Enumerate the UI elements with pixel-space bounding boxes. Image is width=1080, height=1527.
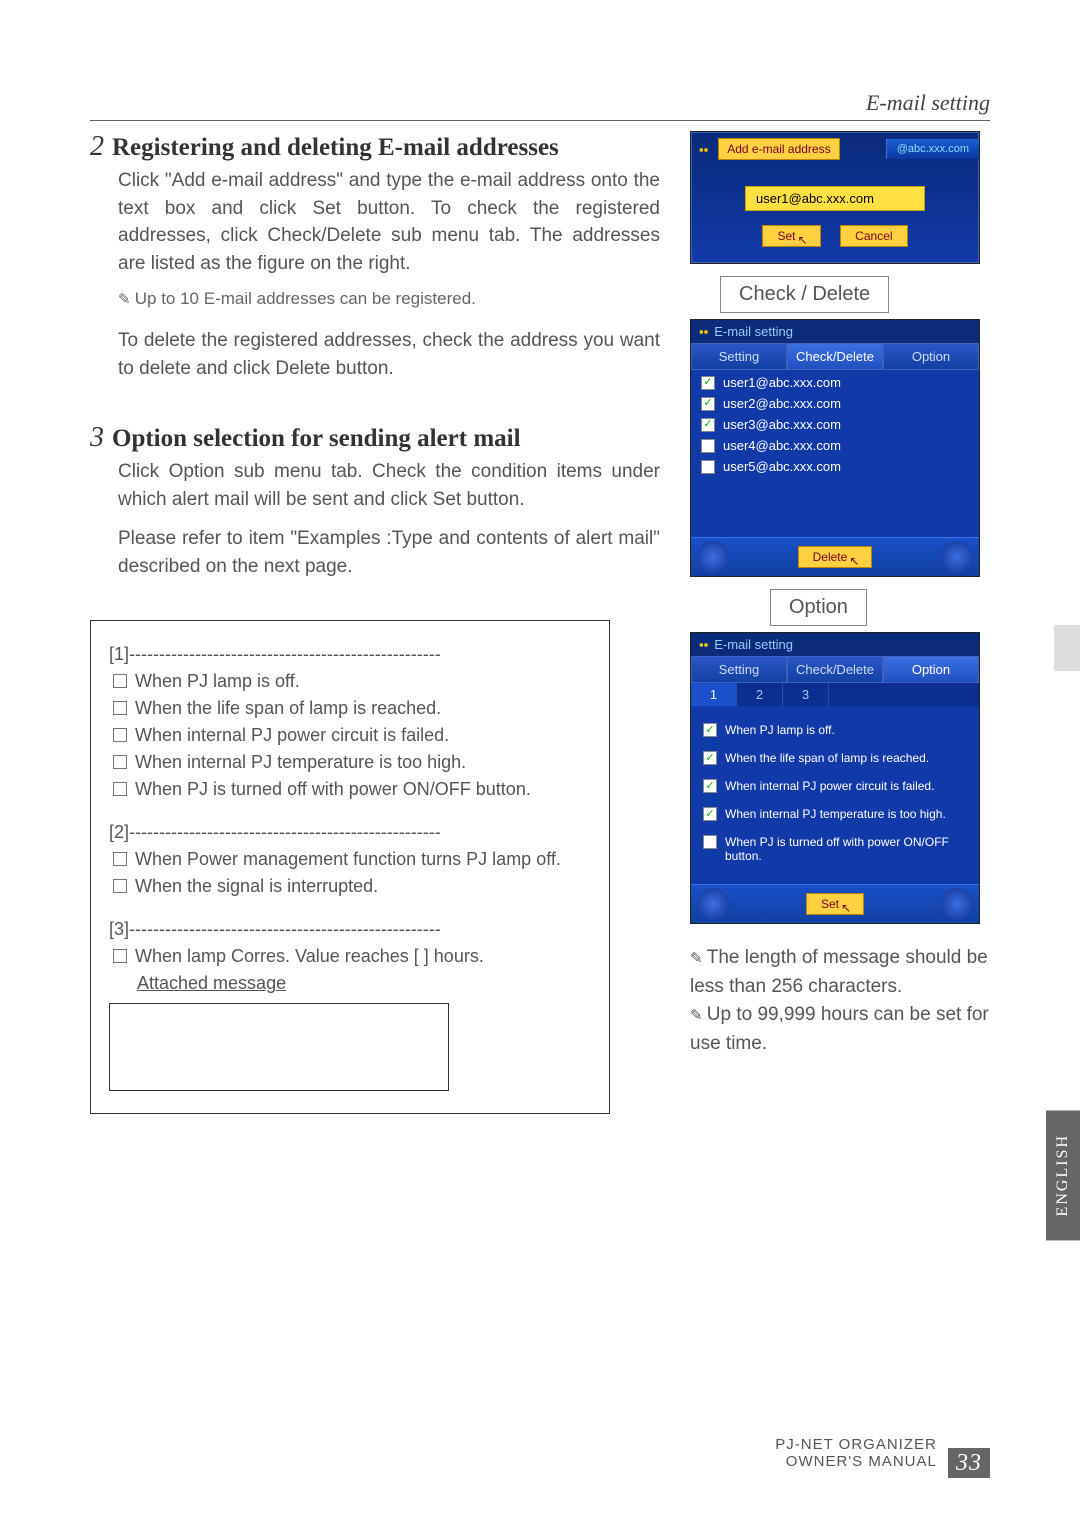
section-2-head: Registering and deleting E-mail addresse… <box>112 134 559 162</box>
condition-box: [1]-------------------------------------… <box>90 620 610 1114</box>
nav-left-icon[interactable] <box>697 888 729 920</box>
option-text: When internal PJ power circuit is failed… <box>725 779 967 793</box>
email-input[interactable]: user1@abc.xxx.com <box>745 186 925 211</box>
checkbox-icon[interactable] <box>701 439 715 453</box>
panel-title: E-mail setting <box>714 637 793 652</box>
page-footer: PJ-NET ORGANIZEROWNER'S MANUAL 33 <box>775 1436 990 1477</box>
section-3-title: 3 Option selection for sending alert mai… <box>90 422 660 454</box>
numtab-3[interactable]: 3 <box>783 683 829 706</box>
section-2-p1: Click "Add e-mail address" and type the … <box>118 167 660 277</box>
group-3-head: [3]-------------------------------------… <box>109 916 591 943</box>
tab-checkdelete[interactable]: Check/Delete <box>787 656 883 683</box>
checkbox-icon[interactable]: ✓ <box>703 807 717 821</box>
condition-item: When the life span of lamp is reached. <box>113 695 591 722</box>
user-email: user1@abc.xxx.com <box>723 375 841 390</box>
section-2-num: 2 <box>90 131 104 163</box>
checkbox-icon[interactable]: ✓ <box>703 779 717 793</box>
cursor-icon: ↖ <box>849 554 859 568</box>
group-3-item: When lamp Corres. Value reaches [ ] hour… <box>113 943 591 970</box>
section-2-title: 2 Registering and deleting E-mail addres… <box>90 131 660 163</box>
option-caption: Option <box>770 589 867 626</box>
option-row[interactable]: ✓ When internal PJ power circuit is faile… <box>699 772 971 800</box>
option-text: When PJ lamp is off. <box>725 723 967 737</box>
checkbox-icon[interactable]: ✓ <box>701 376 715 390</box>
user-email: user4@abc.xxx.com <box>723 438 841 453</box>
set-button[interactable]: Set↖ <box>762 225 820 247</box>
language-tab: ENGLISH <box>1046 1110 1080 1240</box>
side-marker <box>1054 625 1080 671</box>
user-row[interactable]: ✓ user2@abc.xxx.com <box>691 393 979 414</box>
panel-title: E-mail setting <box>714 324 793 339</box>
numtab-2[interactable]: 2 <box>737 683 783 706</box>
checkdelete-caption: Check / Delete <box>720 276 889 313</box>
option-row[interactable]: ✓ When internal PJ temperature is too hig… <box>699 800 971 828</box>
nav-left-icon[interactable] <box>697 541 729 573</box>
attached-message-box[interactable] <box>109 1003 449 1091</box>
user-row[interactable]: user4@abc.xxx.com <box>691 435 979 456</box>
page-number: 33 <box>948 1448 990 1478</box>
condition-item: When PJ lamp is off. <box>113 668 591 695</box>
tab-option[interactable]: Option <box>883 656 979 683</box>
condition-item: When PJ is turned off with power ON/OFF … <box>113 776 591 803</box>
user-row[interactable]: ✓ user3@abc.xxx.com <box>691 414 979 435</box>
cursor-icon: ↖ <box>841 901 851 915</box>
attached-message-label: Attached message <box>137 970 591 997</box>
panel-dots-icon: ▪▪ <box>699 324 708 339</box>
user-email: user5@abc.xxx.com <box>723 459 841 474</box>
user-email: user2@abc.xxx.com <box>723 396 841 411</box>
option-panel: ▪▪ E-mail setting SettingCheck/DeleteOpti… <box>690 632 980 924</box>
add-email-panel: ▪▪ Add e-mail address @abc.xxx.com user1… <box>690 131 980 264</box>
checkbox-icon[interactable]: ✓ <box>703 751 717 765</box>
set-button[interactable]: Set↖ <box>806 893 864 915</box>
user-row[interactable]: user5@abc.xxx.com <box>691 456 979 477</box>
section-3-p2: Please refer to item "Examples :Type and… <box>118 525 660 580</box>
tab-option[interactable]: Option <box>883 343 979 370</box>
numtab-1[interactable]: 1 <box>691 683 737 706</box>
panel-dots-icon: ▪▪ <box>699 637 708 652</box>
domain-label: @abc.xxx.com <box>886 139 979 159</box>
option-text: When internal PJ temperature is too high… <box>725 807 967 821</box>
tab-setting[interactable]: Setting <box>691 656 787 683</box>
checkbox-icon[interactable] <box>701 460 715 474</box>
checkbox-icon[interactable]: ✓ <box>701 418 715 432</box>
footer-note-2: Up to 99,999 hours can be set for use ti… <box>690 1001 990 1058</box>
condition-item: When internal PJ temperature is too high… <box>113 749 591 776</box>
condition-item: When Power management function turns PJ … <box>113 846 591 873</box>
group-1-head: [1]-------------------------------------… <box>109 641 591 668</box>
condition-item: When internal PJ power circuit is failed… <box>113 722 591 749</box>
checkbox-icon[interactable]: ✓ <box>701 397 715 411</box>
user-row[interactable]: ✓ user1@abc.xxx.com <box>691 372 979 393</box>
option-text: When PJ is turned off with power ON/OFF … <box>725 835 967 863</box>
condition-item: When the signal is interrupted. <box>113 873 591 900</box>
section-2-p2: To delete the registered addresses, chec… <box>118 327 660 382</box>
option-row[interactable]: ✓ When the life span of lamp is reached. <box>699 744 971 772</box>
tab-checkdelete[interactable]: Check/Delete <box>787 343 883 370</box>
option-row[interactable]: ✓ When PJ lamp is off. <box>699 716 971 744</box>
tab-setting[interactable]: Setting <box>691 343 787 370</box>
checkbox-icon[interactable] <box>703 835 717 849</box>
section-2-note: Up to 10 E-mail addresses can be registe… <box>118 289 660 309</box>
add-email-button[interactable]: Add e-mail address <box>718 138 839 160</box>
section-header: E-mail setting <box>90 90 990 121</box>
checkbox-icon[interactable]: ✓ <box>703 723 717 737</box>
section-3-p1: Click Option sub menu tab. Check the con… <box>118 458 660 513</box>
footer-note-1: The length of message should be less tha… <box>690 944 990 1001</box>
group-2-head: [2]-------------------------------------… <box>109 819 591 846</box>
section-3-head: Option selection for sending alert mail <box>112 425 521 453</box>
nav-right-icon[interactable] <box>941 888 973 920</box>
section-3-num: 3 <box>90 422 104 454</box>
nav-right-icon[interactable] <box>941 541 973 573</box>
delete-button[interactable]: Delete↖ <box>798 546 873 568</box>
user-email: user3@abc.xxx.com <box>723 417 841 432</box>
option-text: When the life span of lamp is reached. <box>725 751 967 765</box>
cursor-icon: ↖ <box>797 233 807 247</box>
cancel-button[interactable]: Cancel <box>840 225 907 247</box>
option-row[interactable]: When PJ is turned off with power ON/OFF … <box>699 828 971 870</box>
checkdelete-panel: ▪▪ E-mail setting SettingCheck/DeleteOpti… <box>690 319 980 577</box>
